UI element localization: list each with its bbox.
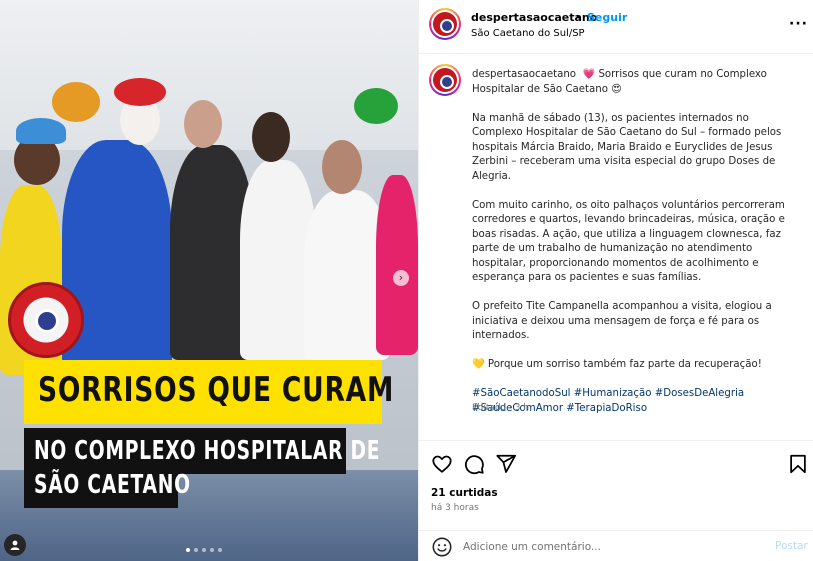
eye-logo (35, 309, 59, 333)
banner-yellow: SORRISOS QUE CURAM (24, 360, 393, 424)
avatar[interactable] (429, 8, 461, 40)
follow-button[interactable]: Seguir (587, 11, 627, 24)
heart-icon[interactable] (431, 453, 453, 475)
more-options-icon[interactable]: ··· (789, 16, 808, 32)
carousel-dot (202, 548, 206, 552)
caption-paragraph-3: O prefeito Tite Campanella acompanhou a … (472, 301, 772, 341)
banner-line-2: NO COMPLEXO HOSPITALAR DE (34, 436, 381, 466)
post-header: despertasaocaetano • Seguir São Caetano … (419, 0, 813, 54)
caption-username[interactable]: despertasaocaetano (472, 69, 576, 80)
location-link[interactable]: São Caetano do Sul/SP (471, 28, 585, 39)
comment-icon[interactable] (463, 453, 485, 475)
head-man (322, 140, 362, 194)
bookmark-icon[interactable] (787, 453, 809, 475)
share-icon[interactable] (495, 453, 517, 475)
post-panel: despertasaocaetano • Seguir São Caetano … (418, 0, 813, 561)
head-woman (252, 112, 290, 162)
post-image[interactable]: SORRISOS QUE CURAM NO COMPLEXO HOSPITALA… (0, 0, 418, 561)
action-bar: 21 curtidas há 3 horas (419, 440, 813, 544)
post-time[interactable]: há 3 horas (431, 503, 479, 513)
head-black-jacket (184, 100, 222, 148)
caption-paragraph-1: Na manhã de sábado (13), os pacientes in… (472, 112, 782, 182)
caption-first: despertasaocaetano 💗 Sorrisos que curam … (472, 68, 802, 97)
clown-hat-left (16, 118, 66, 144)
clown-figure-right (376, 175, 418, 355)
carousel-indicator (186, 548, 222, 552)
carousel-dot (186, 548, 190, 552)
clown-figure-blue (62, 140, 172, 375)
user-tag-icon[interactable] (4, 534, 26, 556)
caption-text: despertasaocaetano 💗 Sorrisos que curam … (472, 68, 802, 416)
post-button[interactable]: Postar (775, 540, 808, 552)
clown-hat-green (354, 88, 398, 124)
carousel-dot (194, 548, 198, 552)
separator-dot: • (575, 11, 582, 24)
likes-count[interactable]: 21 curtidas (431, 487, 498, 499)
caption-paragraph-4: 💛 Porque um sorriso também faz parte da … (472, 359, 762, 370)
edited-timestamp: Editado · 3 h (472, 403, 530, 413)
comment-bar: Postar (419, 530, 813, 561)
comment-input[interactable] (463, 538, 763, 556)
caption-paragraph-2: Com muito carinho, os oito palhaços volu… (472, 199, 785, 284)
carousel-dot (210, 548, 214, 552)
caption-avatar[interactable] (429, 64, 461, 96)
banner-black-2: SÃO CAETANO (24, 466, 190, 508)
emoji-icon[interactable] (431, 536, 453, 558)
clown-wig-back (52, 82, 100, 122)
clock-logo (8, 282, 84, 358)
chevron-right-icon[interactable]: › (393, 270, 409, 286)
banner-line-1: SORRISOS QUE CURAM (38, 370, 395, 410)
banner-line-3: SÃO CAETANO (34, 470, 191, 500)
caption: despertasaocaetano 💗 Sorrisos que curam … (419, 54, 813, 439)
clown-hat-blue (114, 78, 166, 106)
carousel-dot (218, 548, 222, 552)
